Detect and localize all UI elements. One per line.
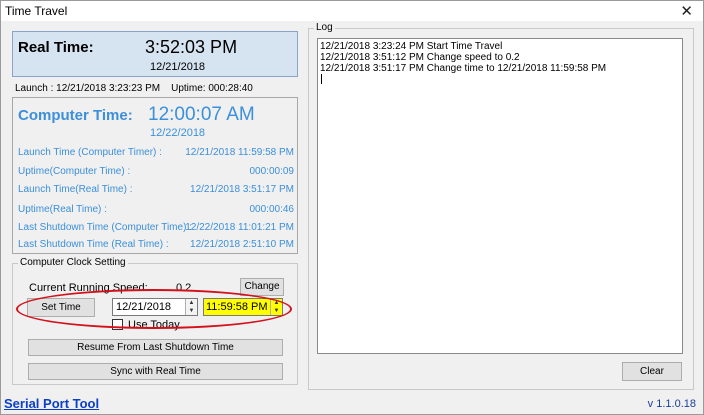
window-title: Time Travel [5, 4, 68, 18]
clear-log-button[interactable]: Clear [622, 362, 682, 381]
serial-port-tool-link[interactable]: Serial Port Tool [4, 396, 99, 411]
log-textbox[interactable]: 12/21/2018 3:23:24 PM Start Time Travel … [317, 38, 683, 354]
time-picker[interactable]: 11:59:58 PM ▲ ▼ [203, 298, 283, 316]
real-time-panel: Real Time: 3:52:03 PM 12/21/2018 [12, 31, 298, 77]
use-today-checkbox[interactable] [112, 319, 123, 330]
info-key: Uptime(Computer Time) : [18, 166, 131, 177]
date-picker[interactable]: 12/21/2018 ▲ ▼ [112, 298, 198, 316]
spin-down-icon[interactable]: ▼ [271, 307, 282, 315]
date-spinner[interactable]: ▲ ▼ [185, 299, 197, 315]
computer-time-clock: 12:00:07 AM [148, 104, 255, 125]
computer-time-date: 12/22/2018 [150, 127, 206, 139]
info-value: 000:00:46 [249, 204, 295, 215]
info-value: 12/21/2018 3:51:17 PM [190, 184, 294, 195]
launch-text: Launch : 12/21/2018 3:23:23 PM [15, 83, 161, 94]
use-today-label[interactable]: Use Today [128, 319, 180, 331]
computer-time-label: Computer Time: [18, 107, 133, 124]
info-key: Last Shutdown Time (Computer Time) : [18, 222, 192, 233]
real-time-label: Real Time: [18, 39, 94, 56]
clock-setting-legend: Computer Clock Setting [18, 257, 128, 268]
info-key: Last Shutdown Time (Real Time) : [18, 239, 169, 250]
close-icon[interactable]: ✕ [680, 2, 693, 20]
log-legend: Log [314, 22, 335, 33]
date-value: 12/21/2018 [116, 301, 172, 313]
spin-up-icon[interactable]: ▲ [271, 299, 282, 307]
info-key: Launch Time (Computer Timer) : [18, 147, 162, 158]
info-value: 12/21/2018 2:51:10 PM [190, 239, 294, 250]
spin-up-icon[interactable]: ▲ [186, 299, 197, 307]
version-label: v 1.1.0.18 [647, 398, 696, 410]
uptime-text: Uptime: 000:28:40 [171, 83, 253, 94]
time-value: 11:59:58 PM [206, 301, 268, 313]
time-travel-window: Time Travel ✕ Real Time: 3:52:03 PM 12/2… [0, 0, 704, 415]
speed-value: 0.2 [176, 282, 192, 294]
time-spinner[interactable]: ▲ ▼ [270, 299, 282, 315]
log-group: Log 12/21/2018 3:23:24 PM Start Time Tra… [308, 22, 694, 390]
info-value: 12/22/2018 11:01:21 PM [185, 222, 294, 233]
speed-label: Current Running Speed: [29, 282, 148, 294]
title-bar: Time Travel ✕ [1, 1, 703, 21]
spin-down-icon[interactable]: ▼ [186, 307, 197, 315]
set-time-button[interactable]: Set Time [27, 298, 95, 317]
resume-shutdown-button[interactable]: Resume From Last Shutdown Time [28, 339, 283, 356]
info-value: 12/21/2018 11:59:58 PM [185, 147, 294, 158]
change-speed-button[interactable]: Change [240, 278, 284, 296]
info-key: Launch Time(Real Time) : [18, 184, 133, 195]
real-time-date: 12/21/2018 [150, 61, 206, 73]
log-line: 12/21/2018 3:51:17 PM Change time to 12/… [320, 63, 607, 74]
launch-info: Launch : 12/21/2018 3:23:23 PM Uptime: 00… [15, 83, 253, 94]
info-value: 000:00:09 [249, 166, 295, 177]
real-time-clock: 3:52:03 PM [145, 37, 238, 57]
sync-real-time-button[interactable]: Sync with Real Time [28, 363, 283, 380]
log-line: 12/21/2018 3:51:12 PM Change speed to 0.… [320, 52, 520, 63]
info-key: Uptime(Real Time) : [18, 204, 107, 215]
clock-setting-group: Computer Clock Setting Current Running S… [12, 257, 298, 385]
computer-time-panel: Computer Time: 12:00:07 AM 12/22/2018 La… [12, 97, 298, 254]
text-caret [321, 74, 322, 84]
log-line: 12/21/2018 3:23:24 PM Start Time Travel [320, 41, 503, 52]
